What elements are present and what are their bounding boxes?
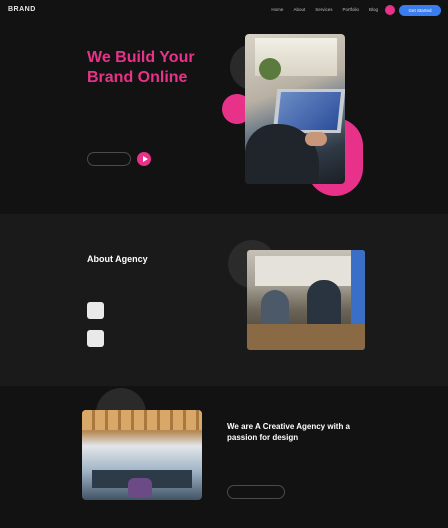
get-started-button[interactable]: Get Started	[399, 5, 441, 16]
photo-table	[247, 324, 365, 350]
creative-section: We are A Creative Agency with a passion …	[0, 386, 448, 528]
about-image-team	[247, 250, 365, 350]
main-nav: Home About Services Portfolio Blog	[271, 7, 378, 12]
feature-icon	[87, 302, 104, 319]
hero-section: We Build Your Brand Online	[0, 22, 448, 214]
hero-image-laptop	[245, 34, 345, 184]
photo-chair	[128, 478, 152, 498]
creative-image-office	[82, 410, 202, 500]
creative-title: We are A Creative Agency with a passion …	[227, 422, 351, 442]
nav-item-about[interactable]: About	[293, 7, 305, 12]
photo-whiteboard	[255, 256, 357, 286]
feature-item	[87, 302, 217, 322]
site-header: BRAND Home About Services Portfolio Blog…	[0, 0, 448, 22]
nav-item-portfolio[interactable]: Portfolio	[342, 7, 359, 12]
hero-primary-button[interactable]	[87, 152, 131, 166]
photo-ceiling-beams	[82, 410, 202, 430]
photo-person	[307, 280, 341, 330]
nav-item-services[interactable]: Services	[315, 7, 332, 12]
about-title: About Agency	[87, 254, 148, 264]
nav-item-blog[interactable]: Blog	[369, 7, 378, 12]
photo-hand	[305, 132, 327, 146]
creative-button[interactable]	[227, 485, 285, 499]
brand-logo[interactable]: BRAND	[8, 6, 36, 13]
hero-title: We Build Your Brand Online	[87, 49, 195, 86]
feature-item	[87, 330, 217, 350]
about-section: About Agency	[0, 214, 448, 386]
avatar[interactable]	[385, 5, 395, 15]
nav-item-home[interactable]: Home	[271, 7, 283, 12]
play-icon[interactable]	[137, 152, 151, 166]
feature-icon	[87, 330, 104, 347]
photo-plant	[259, 58, 281, 80]
